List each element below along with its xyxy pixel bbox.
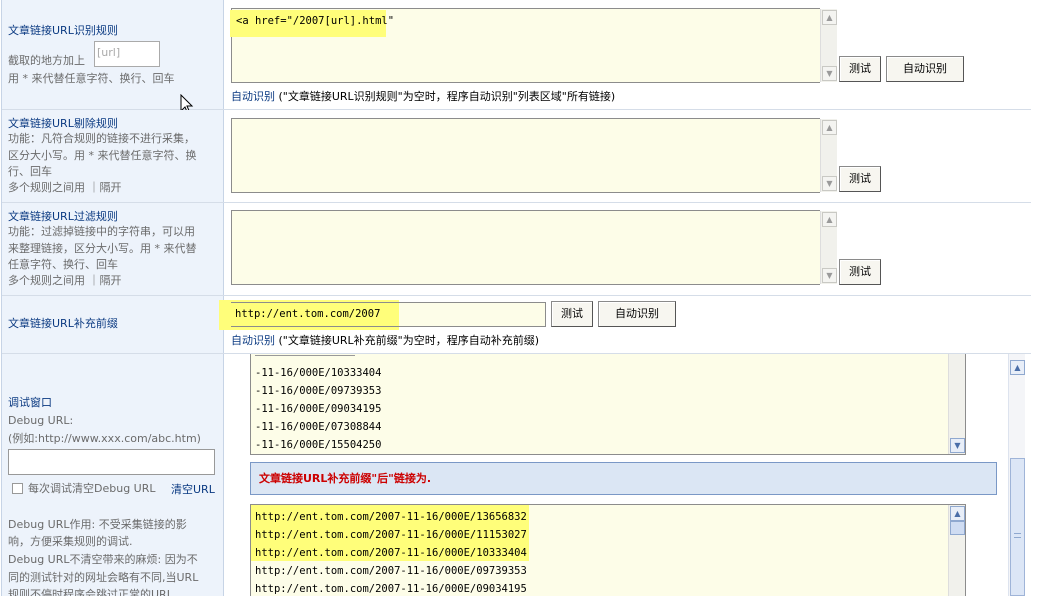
debug-note-line: Debug URL作用: 不受采集链接的影 xyxy=(8,518,187,531)
input-cell: <a href="/2007[url].html" ▲ ▼ 测试 自动识别 自动… xyxy=(225,0,1031,109)
list-item: http://ent.tom.com/2007-11-16/000E/11153… xyxy=(255,529,527,541)
label-cell: 调试窗口 Debug URL: (例如:http://www.xxx.com/a… xyxy=(2,354,224,596)
label-cell: 文章链接URL剔除规则 功能：凡符合规则的链接不进行采集， 区分大小写。用 * … xyxy=(2,110,224,202)
list-item: -11-16/000E/10333404 xyxy=(255,367,382,379)
exclude-textarea[interactable]: ▲ ▼ xyxy=(231,118,837,193)
auto-note-text: ("文章链接URL识别规则"为空时，程序自动识别"列表区域"所有链接) xyxy=(278,90,616,103)
section-title: 调试窗口 xyxy=(8,396,52,409)
section-title: 文章链接URL过滤规则 xyxy=(8,210,118,223)
page-scrollbar[interactable]: ▲ xyxy=(1008,354,1025,596)
label-cell: 文章链接URL过滤规则 功能：过滤掉链接中的字符串，可以用 来整理链接，区分大小… xyxy=(2,203,224,295)
scroll-up-icon[interactable]: ▲ xyxy=(822,120,837,135)
debug-url-label: Debug URL: xyxy=(8,414,74,427)
rules-form: 文章链接URL识别规则 截取的地方加上 [url] 用 * 来代替任意字符、换行… xyxy=(1,0,1031,596)
clipped-line xyxy=(255,354,355,356)
label-cell: 文章链接URL识别规则 截取的地方加上 [url] 用 * 来代替任意字符、换行… xyxy=(2,0,224,115)
scrollbar[interactable]: ▼ xyxy=(948,354,965,454)
auto-note: 自动识别 ("文章链接URL识别规则"为空时，程序自动识别"列表区域"所有链接) xyxy=(231,88,615,104)
auto-detect-button[interactable]: 自动识别 xyxy=(598,301,676,327)
auto-note: 自动识别 ("文章链接URL补充前缀"为空时，程序自动补充前缀) xyxy=(231,332,539,348)
test-button[interactable]: 测试 xyxy=(839,166,881,192)
debug-url-example: (例如:http://www.xxx.com/abc.htm) xyxy=(8,432,201,445)
list-item: -11-16/000E/15504250 xyxy=(255,439,382,451)
row-filter-rule: 文章链接URL过滤规则 功能：过滤掉链接中的字符串，可以用 来整理链接，区分大小… xyxy=(2,203,1031,296)
list-item: -11-16/000E/09034195 xyxy=(255,403,382,415)
scrollbar[interactable]: ▲ ▼ xyxy=(820,9,837,82)
prefix-label: 截取的地方加上 xyxy=(8,54,85,67)
auto-detect-button[interactable]: 自动识别 xyxy=(886,56,964,82)
wildcard-hint: 用 * 来代替任意字符、换行、回车 xyxy=(8,72,175,85)
scroll-down-icon[interactable]: ▼ xyxy=(950,438,965,453)
scroll-down-icon[interactable]: ▼ xyxy=(822,268,837,283)
section-title: 文章链接URL识别规则 xyxy=(8,24,118,37)
scroll-down-icon[interactable]: ▼ xyxy=(822,176,837,191)
test-button[interactable]: 测试 xyxy=(839,259,881,285)
list-item: http://ent.tom.com/2007-11-16/000E/09034… xyxy=(255,583,527,595)
auto-detect-link[interactable]: 自动识别 xyxy=(231,334,275,347)
desc-line: 行、回车 xyxy=(8,165,52,178)
clear-url-link[interactable]: 清空URL xyxy=(171,481,215,497)
section-title: 文章链接URL剔除规则 xyxy=(8,117,118,130)
prefix-value: http://ent.tom.com/2007 xyxy=(235,308,381,320)
test-button[interactable]: 测试 xyxy=(839,56,881,82)
scrollbar[interactable]: ▲ ▼ xyxy=(820,119,837,192)
desc-line: 任意字符、换行、回车 xyxy=(8,258,118,271)
list-item: -11-16/000E/07308844 xyxy=(255,421,382,433)
row-exclude-rule: 文章链接URL剔除规则 功能：凡符合规则的链接不进行采集， 区分大小写。用 * … xyxy=(2,110,1031,203)
auto-note-text: ("文章链接URL补充前缀"为空时，程序自动补充前缀) xyxy=(278,334,540,347)
debug-note-line: 响，方便采集规则的调试. xyxy=(8,535,133,548)
list-item: http://ent.tom.com/2007-11-16/000E/09739… xyxy=(255,565,527,577)
row-debug: 调试窗口 Debug URL: (例如:http://www.xxx.com/a… xyxy=(2,354,1031,596)
scroll-up-icon[interactable]: ▲ xyxy=(822,10,837,25)
debug-note-line: 同的测试针对的网址会略有不同,当URL xyxy=(8,571,199,584)
input-cell: ▲ ▼ 测试 xyxy=(225,110,1031,202)
row-url-rule: 文章链接URL识别规则 截取的地方加上 [url] 用 * 来代替任意字符、换行… xyxy=(2,0,1031,115)
clear-debug-checkbox[interactable] xyxy=(12,483,23,494)
section-title: 文章链接URL补充前缀 xyxy=(8,317,118,330)
url-tag-input[interactable]: [url] xyxy=(94,41,160,67)
scrollbar[interactable]: ▲ xyxy=(948,505,965,596)
link-list-box[interactable]: -11-16/000E/10333404 -11-16/000E/0973935… xyxy=(250,354,966,455)
scroll-up-icon[interactable]: ▲ xyxy=(822,212,837,227)
desc-line: 区分大小写。用 * 来代替任意字符、换 xyxy=(8,149,197,162)
desc-line: 来整理链接，区分大小写。用 * 来代替 xyxy=(8,242,197,255)
grip-icon xyxy=(1014,533,1021,538)
full-link-list-box[interactable]: http://ent.tom.com/2007-11-16/000E/13656… xyxy=(250,504,966,596)
list-item: http://ent.tom.com/2007-11-16/000E/10333… xyxy=(255,547,527,559)
scroll-up-icon[interactable]: ▲ xyxy=(950,506,965,521)
result-banner: 文章链接URL补充前缀"后"链接为. xyxy=(250,462,997,495)
debug-note-line: Debug URL不清空带来的麻烦: 因为不 xyxy=(8,553,198,566)
input-cell: ▲ ▼ 测试 xyxy=(225,203,1031,295)
scroll-thumb[interactable] xyxy=(1010,458,1025,596)
auto-detect-link[interactable]: 自动识别 xyxy=(231,90,275,103)
desc-line: 功能：过滤掉链接中的字符串，可以用 xyxy=(8,225,195,238)
filter-textarea[interactable]: ▲ ▼ xyxy=(231,210,837,285)
debug-note-line: 规则不停时程序会跳过正常的URL xyxy=(8,588,173,596)
label-cell: 文章链接URL补充前缀 xyxy=(2,296,224,353)
row-url-prefix: 文章链接URL补充前缀 http://ent.tom.com/2007 测试 自… xyxy=(2,296,1031,354)
prefix-input[interactable]: http://ent.tom.com/2007 xyxy=(231,302,546,327)
url-rule-value: <a href="/2007[url].html" xyxy=(236,15,395,27)
test-button[interactable]: 测试 xyxy=(551,301,593,327)
checkbox-label: 每次调试清空Debug URL xyxy=(28,482,156,495)
debug-output-cell: -11-16/000E/10333404 -11-16/000E/0973935… xyxy=(225,354,1031,596)
scroll-thumb[interactable] xyxy=(950,521,965,535)
input-cell: http://ent.tom.com/2007 测试 自动识别 自动识别 ("文… xyxy=(219,296,1031,353)
url-rule-textarea[interactable]: <a href="/2007[url].html" ▲ ▼ xyxy=(230,8,837,83)
scrollbar[interactable]: ▲ ▼ xyxy=(820,211,837,284)
scroll-down-icon[interactable]: ▼ xyxy=(822,66,837,81)
desc-line: 功能：凡符合规则的链接不进行采集， xyxy=(8,132,195,145)
scroll-up-icon[interactable]: ▲ xyxy=(1010,360,1025,375)
debug-url-input[interactable] xyxy=(8,449,215,475)
list-item: http://ent.tom.com/2007-11-16/000E/13656… xyxy=(255,511,527,523)
desc-line: 多个规则之间用 ｜隔开 xyxy=(8,181,122,194)
list-item: -11-16/000E/09739353 xyxy=(255,385,382,397)
desc-line: 多个规则之间用 ｜隔开 xyxy=(8,274,122,287)
